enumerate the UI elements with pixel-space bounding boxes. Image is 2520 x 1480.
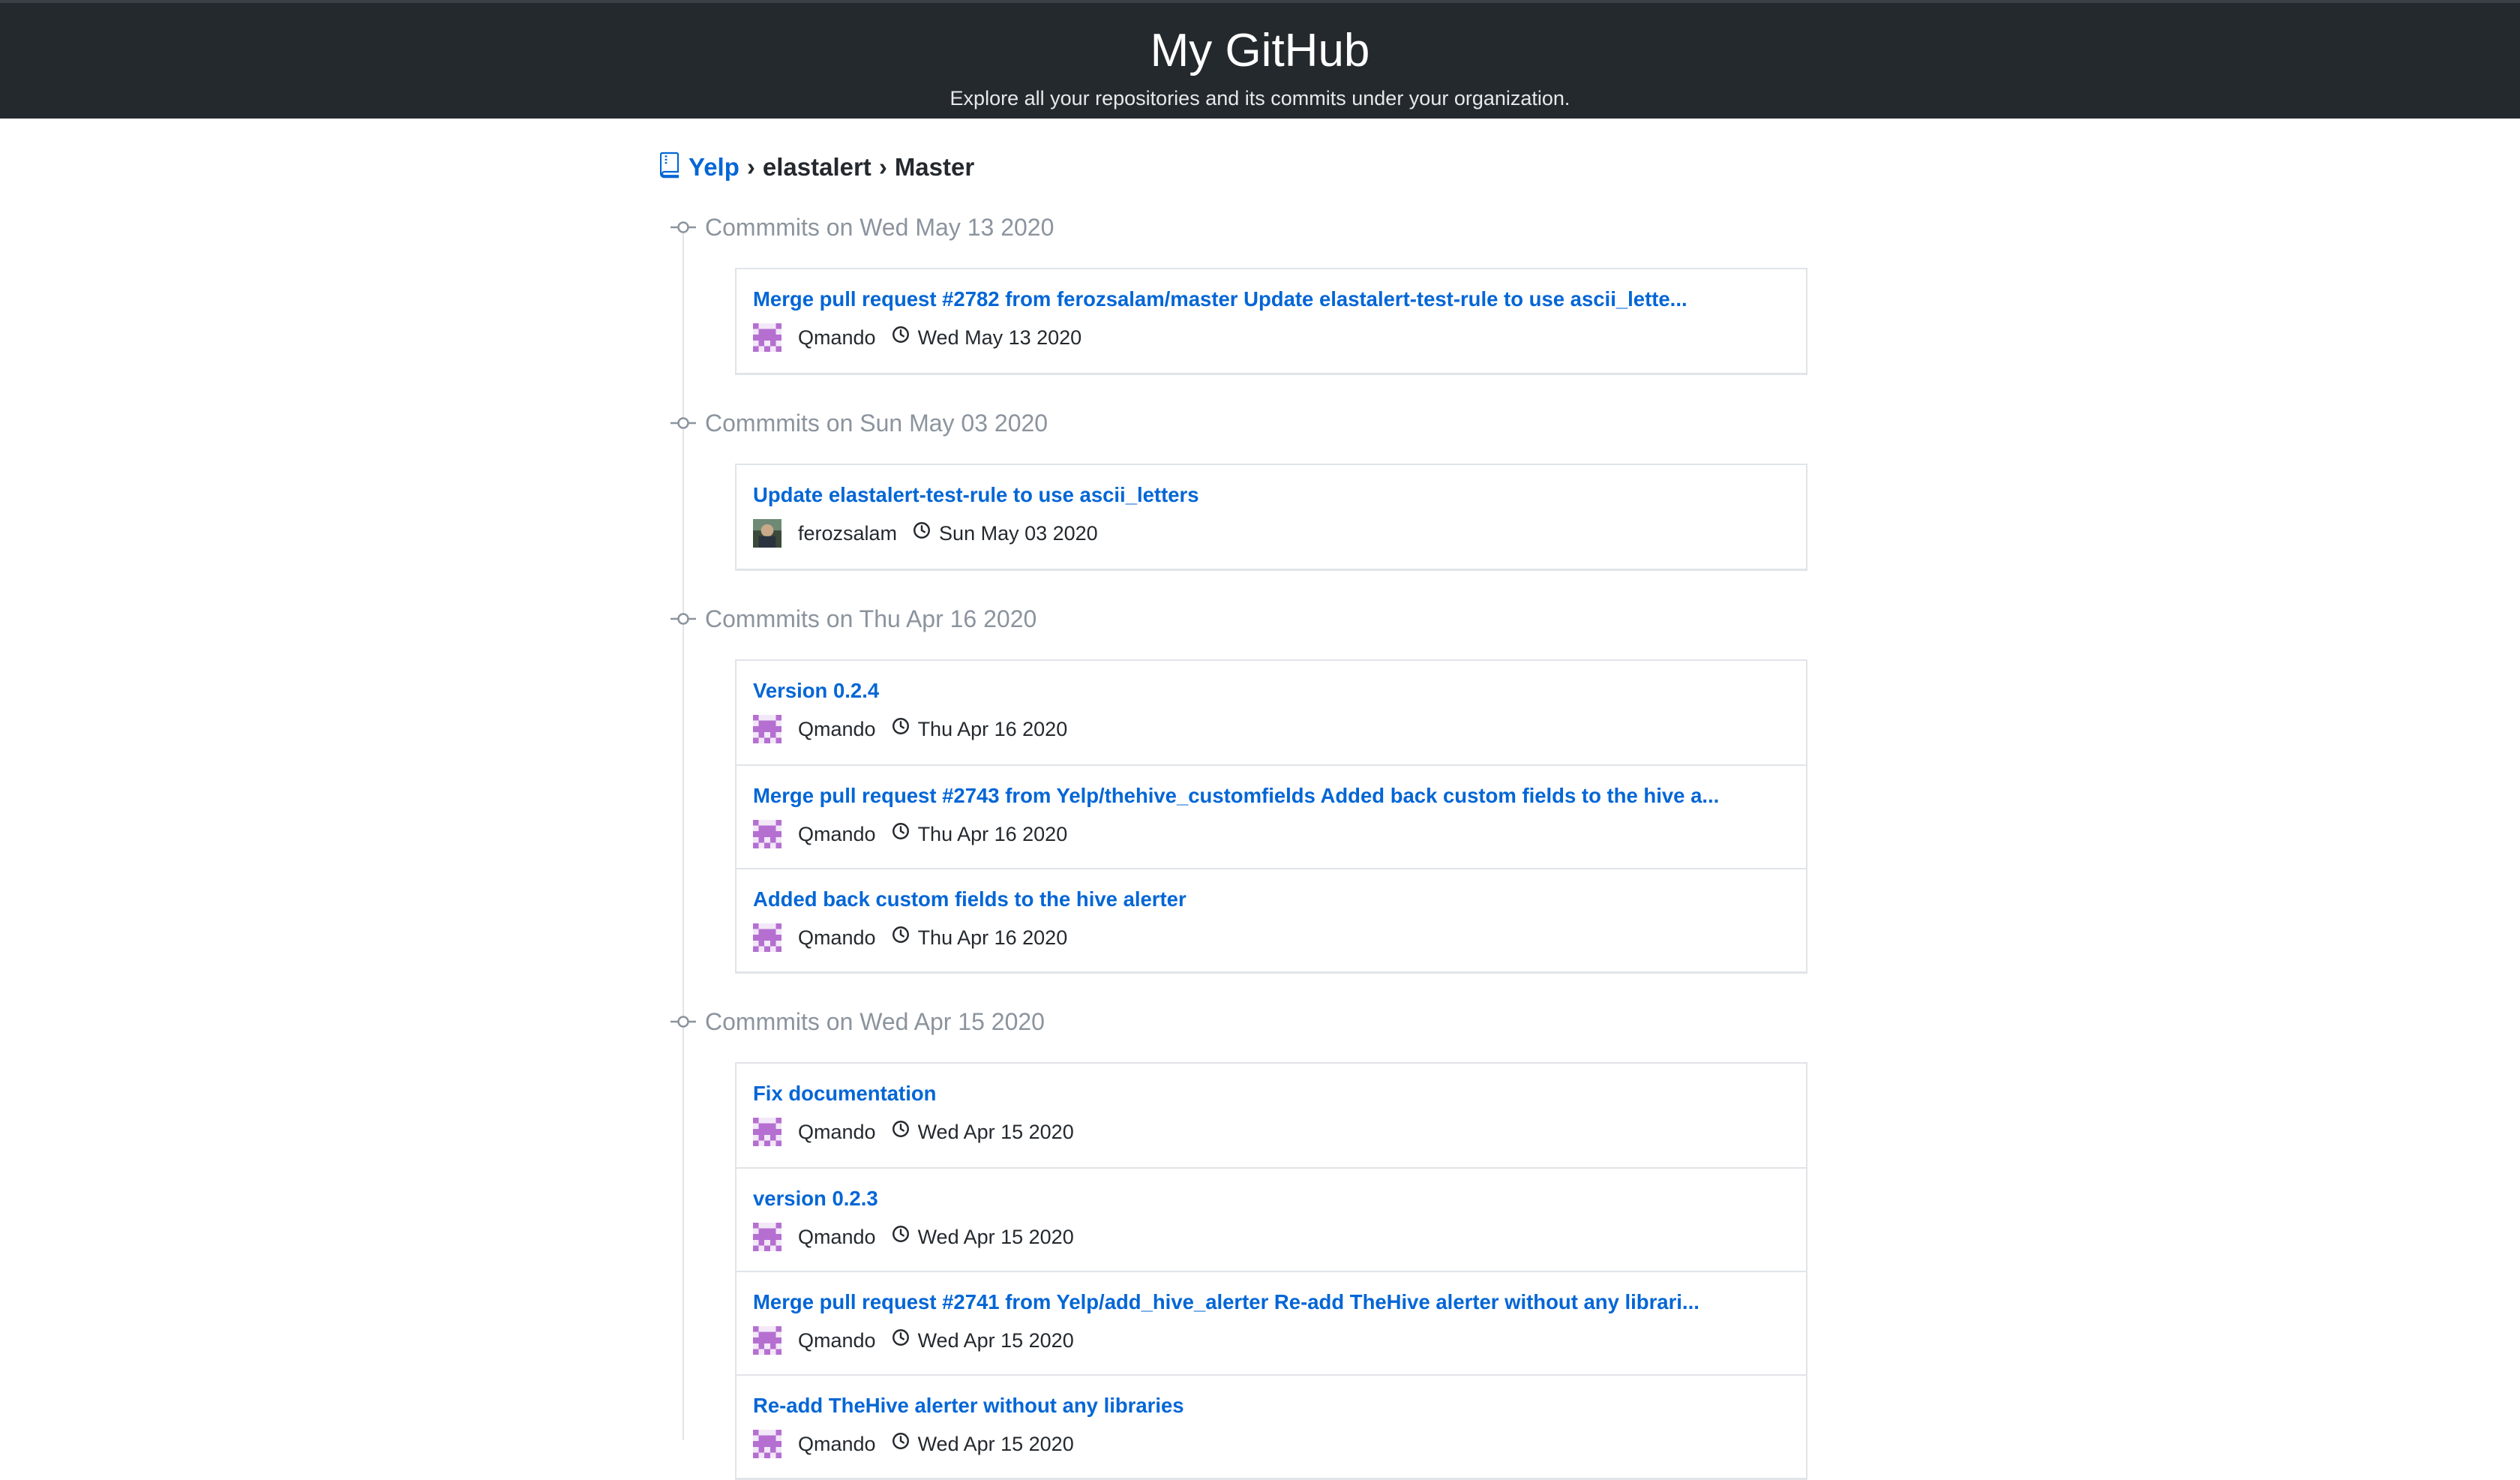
commit-author[interactable]: Qmando — [798, 823, 876, 846]
breadcrumb-separator: › — [878, 153, 887, 181]
commit-group-title: Commmits on Thu Apr 16 2020 — [705, 605, 1037, 632]
commit-message-link[interactable]: version 0.2.3 — [753, 1169, 1806, 1212]
commit-meta: Qmando Thu Apr 16 2020 — [753, 715, 1806, 743]
commit-meta: ferozsalam Sun May 03 2020 — [753, 519, 1806, 548]
commit-author[interactable]: Qmando — [798, 1226, 876, 1249]
breadcrumb-separator: › — [746, 153, 755, 181]
avatar[interactable] — [753, 1223, 782, 1251]
commit-item: Merge pull request #2782 from ferozsalam… — [736, 269, 1806, 373]
commit-list: Merge pull request #2782 from ferozsalam… — [735, 268, 1808, 375]
git-commit-icon — [670, 1014, 696, 1029]
avatar[interactable] — [753, 1430, 782, 1458]
commit-date: Sun May 03 2020 — [939, 521, 1098, 545]
avatar[interactable] — [753, 519, 782, 548]
commit-meta: Qmando Wed May 13 2020 — [753, 323, 1806, 352]
app-header: My GitHub Explore all your repositories … — [0, 0, 2520, 119]
commit-meta: Qmando Wed Apr 15 2020 — [753, 1223, 1806, 1251]
commit-message-link[interactable]: Version 0.2.4 — [753, 661, 1806, 704]
commit-meta: Qmando Wed Apr 15 2020 — [753, 1430, 1806, 1458]
breadcrumb-branch: Master — [894, 153, 975, 181]
commit-item: Version 0.2.4 Qmando Thu Apr 16 2020 — [736, 661, 1806, 764]
repo-icon — [660, 152, 680, 179]
timeline-line — [682, 225, 684, 1440]
clock-icon — [912, 521, 932, 540]
commit-item: Update elastalert-test-rule to use ascii… — [736, 465, 1806, 569]
commit-message-link[interactable]: Fix documentation — [753, 1064, 1806, 1107]
commit-group-header: Commmits on Wed May 13 2020 — [670, 212, 1054, 242]
commit-group-header: Commmits on Sun May 03 2020 — [670, 408, 1048, 438]
commit-author[interactable]: Qmando — [798, 326, 876, 350]
commit-list: Update elastalert-test-rule to use ascii… — [735, 464, 1808, 571]
commit-item: version 0.2.3 Qmando Wed Apr 15 2020 — [736, 1167, 1806, 1271]
commit-group-title: Commmits on Wed May 13 2020 — [705, 213, 1054, 241]
commit-message-link[interactable]: Update elastalert-test-rule to use ascii… — [753, 465, 1806, 509]
avatar[interactable] — [753, 715, 782, 743]
commit-date: Wed Apr 15 2020 — [917, 1328, 1074, 1352]
page-title: My GitHub — [1150, 25, 1370, 77]
clock-icon — [891, 1328, 910, 1347]
commit-list: Version 0.2.4 Qmando Thu Apr 16 2020 Merge … — [735, 659, 1808, 974]
breadcrumb-repo: elastalert — [762, 153, 872, 181]
git-commit-icon — [670, 220, 696, 235]
commit-message-link[interactable]: Added back custom fields to the hive ale… — [753, 869, 1806, 913]
avatar[interactable] — [753, 1118, 782, 1146]
commit-author[interactable]: Qmando — [798, 1121, 876, 1144]
breadcrumb: Yelp › elastalert › Master — [660, 149, 974, 186]
commit-message-link[interactable]: Merge pull request #2741 from Yelp/add_h… — [753, 1272, 1806, 1316]
clock-icon — [891, 325, 910, 344]
commit-author[interactable]: Qmando — [798, 926, 876, 950]
clock-icon — [891, 925, 910, 944]
commit-item: Added back custom fields to the hive ale… — [736, 868, 1806, 971]
breadcrumb-org-link[interactable]: Yelp — [688, 153, 740, 182]
git-commit-icon — [670, 416, 696, 431]
commit-date: Wed Apr 15 2020 — [917, 1225, 1074, 1248]
commit-group-title: Commmits on Wed Apr 15 2020 — [705, 1007, 1045, 1035]
commit-group-title: Commmits on Sun May 03 2020 — [705, 409, 1048, 437]
commit-message-link[interactable]: Merge pull request #2743 from Yelp/thehi… — [753, 766, 1806, 809]
commit-date: Thu Apr 16 2020 — [917, 717, 1068, 740]
commit-author[interactable]: Qmando — [798, 1329, 876, 1352]
commit-group-header: Commmits on Wed Apr 15 2020 — [670, 1007, 1045, 1037]
commit-message-link[interactable]: Merge pull request #2782 from ferozsalam… — [753, 269, 1806, 313]
commit-author[interactable]: Qmando — [798, 1433, 876, 1456]
clock-icon — [891, 716, 910, 736]
commit-author[interactable]: Qmando — [798, 718, 876, 741]
avatar[interactable] — [753, 323, 782, 352]
clock-icon — [891, 821, 910, 841]
commit-date: Thu Apr 16 2020 — [917, 926, 1068, 949]
commit-date: Wed May 13 2020 — [917, 326, 1082, 349]
commit-meta: Qmando Thu Apr 16 2020 — [753, 820, 1806, 848]
clock-icon — [891, 1119, 910, 1139]
page-subtitle: Explore all your repositories and its co… — [950, 87, 1570, 110]
clock-icon — [891, 1431, 910, 1451]
commit-meta: Qmando Wed Apr 15 2020 — [753, 1118, 1806, 1146]
clock-icon — [891, 1224, 910, 1244]
commit-list: Fix documentation Qmando Wed Apr 15 2020 ve… — [735, 1062, 1808, 1480]
commit-date: Wed Apr 15 2020 — [917, 1432, 1074, 1455]
avatar[interactable] — [753, 923, 782, 952]
commit-date: Thu Apr 16 2020 — [917, 822, 1068, 845]
avatar[interactable] — [753, 820, 782, 848]
commit-meta: Qmando Wed Apr 15 2020 — [753, 1326, 1806, 1355]
commit-group-header: Commmits on Thu Apr 16 2020 — [670, 604, 1036, 634]
commit-item: Merge pull request #2741 from Yelp/add_h… — [736, 1271, 1806, 1374]
commit-meta: Qmando Thu Apr 16 2020 — [753, 923, 1806, 952]
avatar[interactable] — [753, 1326, 782, 1355]
commit-message-link[interactable]: Re-add TheHive alerter without any libra… — [753, 1376, 1806, 1419]
commit-item: Fix documentation Qmando Wed Apr 15 2020 — [736, 1064, 1806, 1167]
commit-date: Wed Apr 15 2020 — [917, 1120, 1074, 1143]
commit-author[interactable]: ferozsalam — [798, 522, 897, 545]
commit-item: Re-add TheHive alerter without any libra… — [736, 1374, 1806, 1478]
commit-item: Merge pull request #2743 from Yelp/thehi… — [736, 764, 1806, 868]
git-commit-icon — [670, 611, 696, 626]
